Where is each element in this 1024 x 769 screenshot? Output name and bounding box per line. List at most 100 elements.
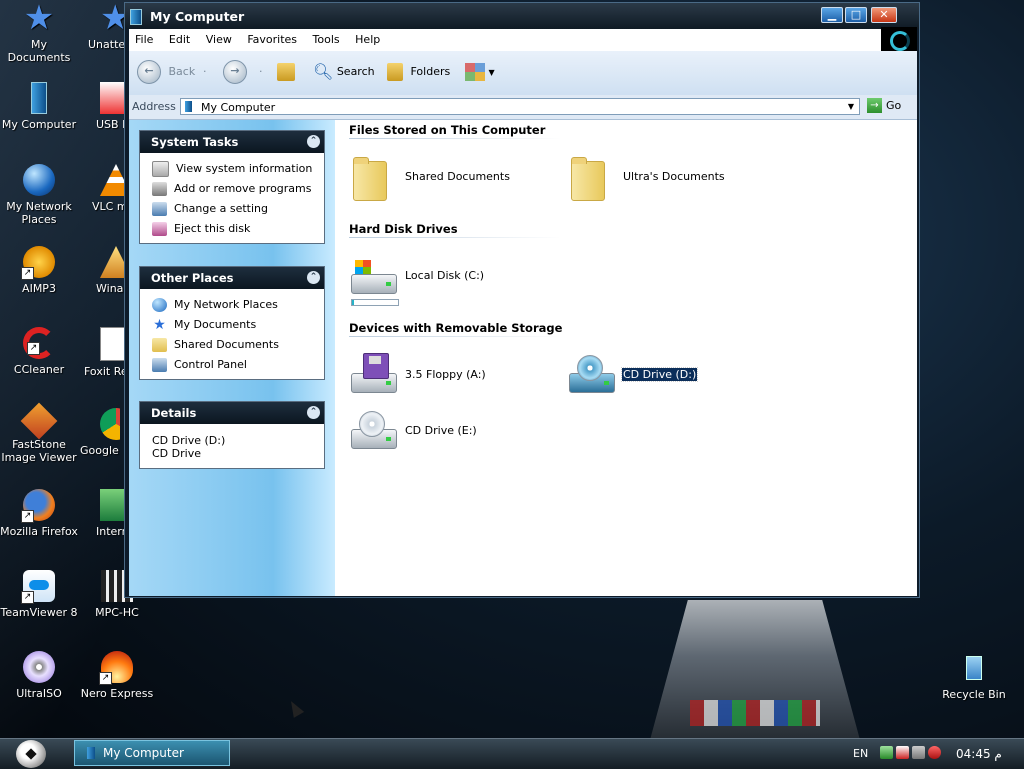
details-name: CD Drive (D:) <box>152 434 226 447</box>
device-tray-icon[interactable] <box>912 746 925 759</box>
control-panel-icon <box>152 358 167 372</box>
ccleaner-icon: ↗ <box>23 327 55 359</box>
address-label: Address <box>132 100 176 113</box>
toolbar: ← Back · → · 🔍︎ Search Folders ▼ <box>129 51 917 96</box>
taskbar-item-my-computer[interactable]: My Computer <box>74 740 230 766</box>
close-button[interactable]: ✕ <box>871 7 897 23</box>
task-add-remove-programs[interactable]: Add or remove programs <box>152 179 324 199</box>
up-folder-button[interactable] <box>277 59 295 85</box>
flame-icon: ↗ <box>99 651 133 685</box>
forward-arrow-icon: → <box>223 60 247 84</box>
views-button[interactable]: ▼ <box>465 59 495 85</box>
toolbar-separator: · <box>259 65 263 78</box>
folders-icon <box>387 63 403 81</box>
menu-favorites[interactable]: Favorites <box>241 29 303 51</box>
desktop-icon-teamviewer[interactable]: ↗ TeamViewer 8 <box>0 570 78 619</box>
group-header-removable-storage: Devices with Removable Storage <box>349 321 563 335</box>
minimize-button[interactable]: ▁ <box>821 7 843 23</box>
item-cd-drive-d[interactable]: CD Drive (D:) <box>567 351 737 401</box>
chevron-down-icon: ▼ <box>847 102 855 111</box>
menu-view[interactable]: View <box>200 29 238 51</box>
recycle-bin-icon <box>966 656 982 680</box>
item-floppy-a[interactable]: 3.5 Floppy (A:) <box>349 351 519 401</box>
antivirus-tray-icon[interactable] <box>896 746 909 759</box>
network-tray-icon[interactable] <box>880 746 893 759</box>
other-places-panel: Other Places ⌃ My Network Places ★ My Doc… <box>139 266 325 380</box>
shortcut-arrow-icon: ↗ <box>21 267 34 280</box>
window-title: My Computer <box>150 9 245 24</box>
task-eject-disk[interactable]: Eject this disk <box>152 219 324 239</box>
system-tray: EN 04:45 م <box>850 739 1024 769</box>
details-panel: Details ⌃ CD Drive (D:) CD Drive <box>139 401 325 469</box>
system-info-icon <box>152 161 169 177</box>
collapse-chevron-icon[interactable]: ⌃ <box>307 271 320 284</box>
firefox-icon: ↗ <box>21 489 55 523</box>
desktop-icon-my-documents[interactable]: ★ My Documents <box>0 1 78 64</box>
menu-edit[interactable]: Edit <box>163 29 196 51</box>
menu-tools[interactable]: Tools <box>307 29 346 51</box>
desktop-icon-faststone[interactable]: FastStone Image Viewer <box>0 402 78 464</box>
item-shared-documents[interactable]: Shared Documents <box>349 153 519 203</box>
collapse-chevron-icon[interactable]: ⌃ <box>307 135 320 148</box>
place-shared-documents[interactable]: Shared Documents <box>152 335 324 355</box>
details-header[interactable]: Details ⌃ <box>140 402 324 424</box>
search-button[interactable]: 🔍︎ Search <box>313 59 375 85</box>
start-button[interactable] <box>16 740 46 768</box>
task-view-system-information[interactable]: View system information <box>152 159 324 179</box>
other-places-header[interactable]: Other Places ⌃ <box>140 267 324 289</box>
desktop-icon-my-computer[interactable]: My Computer <box>0 82 78 131</box>
address-input[interactable]: My Computer ▼ <box>180 98 860 115</box>
group-header-files-stored: Files Stored on This Computer <box>349 123 546 137</box>
address-value: My Computer <box>201 101 276 114</box>
menu-bar: File Edit View Favorites Tools Help <box>129 29 881 52</box>
item-cd-drive-e[interactable]: CD Drive (E:) <box>349 407 519 457</box>
item-ultras-documents[interactable]: Ultra's Documents <box>567 153 737 203</box>
desktop-icon-unattended[interactable]: ★ Unatte Sof <box>88 2 128 51</box>
collapse-chevron-icon[interactable]: ⌃ <box>307 406 320 419</box>
desktop-icon-firefox[interactable]: ↗ Mozilla Firefox <box>0 489 78 538</box>
folders-button[interactable]: Folders <box>387 59 450 85</box>
chrome-icon <box>100 408 120 440</box>
item-local-disk-c[interactable]: Local Disk (C:) <box>349 252 519 308</box>
system-tasks-header[interactable]: System Tasks ⌃ <box>140 131 324 153</box>
shortcut-arrow-icon: ↗ <box>99 672 112 685</box>
title-bar[interactable]: My Computer ▁ □ ✕ <box>125 3 919 29</box>
desktop-icon-nero-express[interactable]: ↗ Nero Express <box>78 651 156 700</box>
my-computer-icon <box>185 101 192 112</box>
language-indicator[interactable]: EN <box>853 747 868 760</box>
system-tasks-panel: System Tasks ⌃ View system information A… <box>139 130 325 244</box>
go-button[interactable]: → Go <box>867 98 901 115</box>
back-button[interactable]: ← Back <box>137 59 195 85</box>
download-tray-icon[interactable] <box>928 746 941 759</box>
windows-logo <box>881 27 917 53</box>
place-control-panel[interactable]: Control Panel <box>152 355 324 375</box>
aimp-icon: ↗ <box>21 246 55 280</box>
clock[interactable]: 04:45 م <box>956 747 1002 761</box>
folder-icon <box>349 153 397 201</box>
place-my-documents[interactable]: ★ My Documents <box>152 315 324 335</box>
maximize-button[interactable]: □ <box>845 7 867 23</box>
my-computer-icon <box>87 747 95 759</box>
explorer-window: My Computer ▁ □ ✕ File Edit View Favorit… <box>124 2 920 598</box>
details-type: CD Drive <box>152 447 201 460</box>
desktop-icon-google-chrome[interactable]: Google C <box>80 408 120 457</box>
desktop-icon-aimp3[interactable]: ↗ AIMP3 <box>0 246 78 295</box>
group-header-hard-disk-drives: Hard Disk Drives <box>349 222 458 236</box>
desktop-icon-ultraiso[interactable]: UltraISO <box>0 651 78 700</box>
place-my-network-places[interactable]: My Network Places <box>152 295 324 315</box>
shortcut-arrow-icon: ↗ <box>21 510 34 523</box>
desktop-icon-ccleaner[interactable]: ↗ CCleaner <box>0 327 78 376</box>
address-bar: Address My Computer ▼ → Go <box>129 95 917 120</box>
menu-file[interactable]: File <box>129 29 159 51</box>
desktop-icon-foxit[interactable]: Foxit Re <box>84 327 124 378</box>
desktop-icon-recycle-bin[interactable]: Recycle Bin <box>935 656 1013 701</box>
document-icon <box>100 327 124 361</box>
hard-disk-icon <box>349 252 397 300</box>
address-dropdown-button[interactable]: ▼ <box>843 99 859 114</box>
globe-icon <box>152 298 167 312</box>
task-change-setting[interactable]: Change a setting <box>152 199 324 219</box>
disc-icon <box>23 651 55 683</box>
forward-button[interactable]: → <box>223 59 247 85</box>
menu-help[interactable]: Help <box>349 29 386 51</box>
desktop-icon-my-network-places[interactable]: My Network Places <box>0 164 78 226</box>
